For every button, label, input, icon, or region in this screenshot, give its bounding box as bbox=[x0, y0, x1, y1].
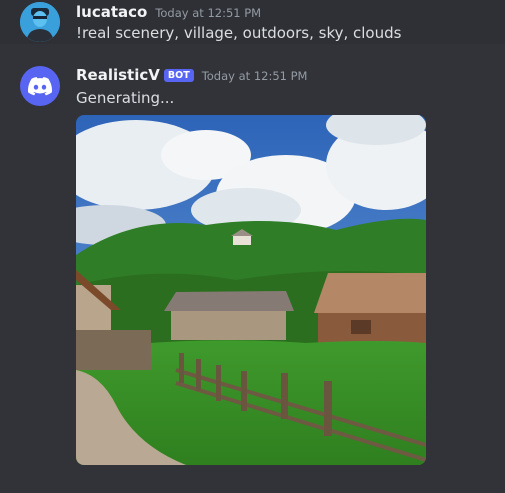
username[interactable]: lucataco bbox=[76, 3, 147, 21]
generated-image-attachment[interactable] bbox=[76, 115, 426, 465]
bot-tag-badge: BOT bbox=[163, 69, 194, 82]
message-realisticv: RealisticV BOT Today at 12:51 PM Generat… bbox=[0, 54, 505, 493]
message-header: RealisticV BOT Today at 12:51 PM bbox=[76, 66, 307, 84]
village-scenery-image bbox=[76, 115, 426, 465]
timestamp[interactable]: Today at 12:51 PM bbox=[202, 69, 308, 83]
message-lucataco: lucataco Today at 12:51 PM !real scenery… bbox=[0, 0, 505, 44]
user-avatar-icon[interactable] bbox=[20, 2, 60, 42]
discord-logo-icon[interactable] bbox=[20, 66, 60, 106]
timestamp[interactable]: Today at 12:51 PM bbox=[155, 6, 261, 20]
message-header: lucataco Today at 12:51 PM bbox=[76, 3, 261, 21]
message-content: Generating... bbox=[76, 89, 175, 107]
message-content: !real scenery, village, outdoors, sky, c… bbox=[76, 24, 402, 42]
username[interactable]: RealisticV bbox=[76, 66, 160, 84]
